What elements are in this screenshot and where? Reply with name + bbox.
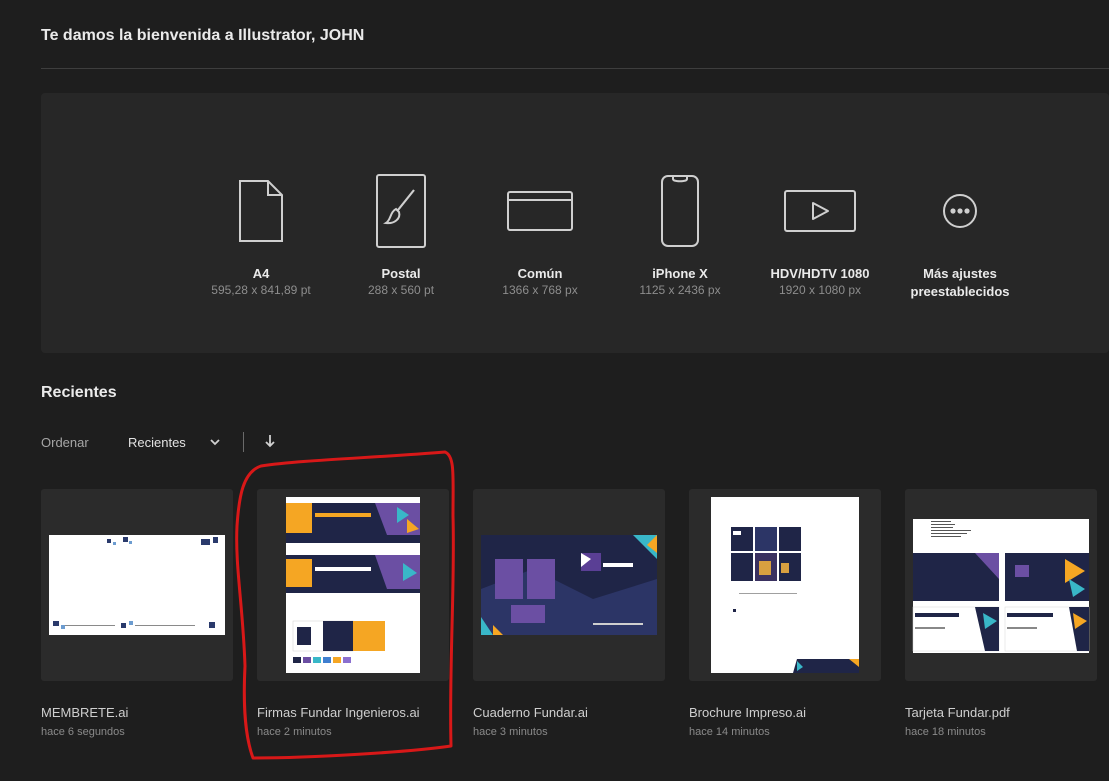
- file-name: MEMBRETE.ai: [41, 705, 129, 720]
- preset-size: 1366 x 768 px: [502, 283, 578, 297]
- file-thumbnail: [41, 489, 233, 681]
- preset-name-line2: preestablecidos: [910, 284, 1010, 299]
- file-time: hace 6 segundos: [41, 726, 125, 738]
- file-thumbnail: [905, 489, 1097, 681]
- preset-name: A4: [252, 266, 270, 281]
- preset-size: 595,28 x 841,89 pt: [211, 283, 311, 297]
- sort-dropdown[interactable]: Recientes: [120, 428, 228, 456]
- recent-file-card[interactable]: Brochure Impreso.ai hace 14 minutos: [689, 489, 881, 738]
- browser-window-icon: [475, 171, 605, 251]
- preset-name: Postal: [381, 266, 421, 281]
- file-time: hace 3 minutos: [473, 726, 548, 738]
- more-icon: [895, 171, 1025, 251]
- recent-file-card[interactable]: Firmas Fundar Ingenieros.ai hace 2 minut…: [257, 489, 449, 738]
- preset-comun[interactable]: Común 1366 x 768 px: [475, 93, 605, 353]
- sort-value: Recientes: [128, 434, 186, 450]
- file-name: Firmas Fundar Ingenieros.ai: [257, 705, 420, 720]
- preset-name-line1: Más ajustes: [923, 266, 997, 281]
- file-name: Brochure Impreso.ai: [689, 705, 807, 720]
- header-divider: [41, 68, 1109, 69]
- recents-heading: Recientes: [41, 384, 117, 401]
- file-thumbnail: [257, 489, 449, 681]
- preset-iphone-x[interactable]: iPhone X 1125 x 2436 px: [615, 93, 745, 353]
- preset-more[interactable]: Más ajustes preestablecidos: [895, 93, 1025, 353]
- file-name: Tarjeta Fundar.pdf: [905, 705, 1010, 720]
- preset-name: Común: [517, 266, 563, 281]
- video-play-icon: [755, 171, 885, 251]
- postcard-brush-icon: [336, 171, 466, 251]
- document-icon: [196, 171, 326, 251]
- file-name: Cuaderno Fundar.ai: [473, 705, 588, 720]
- preset-hdv-hdtv-1080[interactable]: HDV/HDTV 1080 1920 x 1080 px: [755, 93, 885, 353]
- illustrator-home: Te damos la bienvenida a Illustrator, JO…: [0, 0, 1109, 781]
- file-time: hace 2 minutos: [257, 726, 332, 738]
- chevron-down-icon: [208, 435, 222, 452]
- preset-size: 288 x 560 pt: [367, 283, 435, 297]
- phone-icon: [615, 171, 745, 251]
- preset-a4[interactable]: A4 595,28 x 841,89 pt: [196, 93, 326, 353]
- file-thumbnail: [473, 489, 665, 681]
- recent-file-card[interactable]: MEMBRETE.ai hace 6 segundos: [41, 489, 233, 738]
- sort-divider: [243, 432, 244, 452]
- sort-label: Ordenar: [41, 435, 89, 450]
- preset-size: 1920 x 1080 px: [778, 283, 862, 297]
- file-time: hace 18 minutos: [905, 726, 986, 738]
- file-thumbnail: [689, 489, 881, 681]
- preset-size: 1125 x 2436 px: [639, 283, 721, 297]
- welcome-heading: Te damos la bienvenida a Illustrator, JO…: [41, 27, 365, 44]
- new-file-presets-panel: A4 595,28 x 841,89 pt Postal 288 x 560 p…: [41, 93, 1109, 353]
- recent-file-card[interactable]: Tarjeta Fundar.pdf hace 18 minutos: [905, 489, 1097, 738]
- preset-name: HDV/HDTV 1080: [770, 266, 870, 281]
- sort-direction-arrow-icon[interactable]: [262, 432, 278, 450]
- recent-file-card[interactable]: Cuaderno Fundar.ai hace 3 minutos: [473, 489, 665, 738]
- preset-postal[interactable]: Postal 288 x 560 pt: [336, 93, 466, 353]
- file-time: hace 14 minutos: [689, 726, 770, 738]
- preset-name: iPhone X: [652, 266, 708, 281]
